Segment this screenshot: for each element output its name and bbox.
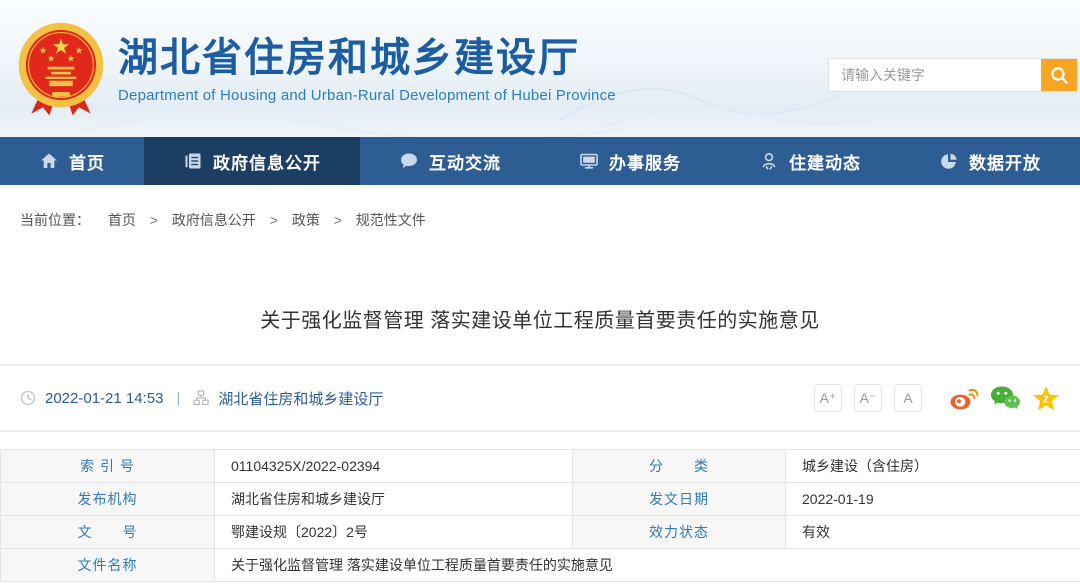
table-row: 发布机构 湖北省住房和城乡建设厅 发文日期 2022-01-19 bbox=[1, 483, 1080, 516]
breadcrumb: 当前位置： 首页 > 政府信息公开 > 政策 > 规范性文件 bbox=[0, 185, 1080, 230]
breadcrumb-item-policy[interactable]: 政策 bbox=[292, 212, 320, 228]
nav-item-services[interactable]: 办事服务 bbox=[540, 137, 720, 185]
svg-text:Z: Z bbox=[1043, 394, 1049, 404]
font-reset-button[interactable]: A bbox=[894, 384, 922, 412]
svg-text:★: ★ bbox=[39, 45, 47, 55]
divider bbox=[0, 364, 1080, 366]
nav-item-label: 住建动态 bbox=[789, 149, 861, 174]
share-group: Z bbox=[950, 385, 1060, 412]
site-title: 湖北省住房和城乡建设厅 bbox=[118, 36, 616, 80]
svg-text:★: ★ bbox=[75, 45, 83, 55]
breadcrumb-item-gov-info[interactable]: 政府信息公开 bbox=[172, 212, 256, 228]
search-button[interactable] bbox=[1041, 59, 1077, 91]
doc-number-value: 鄂建设规〔2022〕2号 bbox=[215, 516, 573, 549]
issue-date-value: 2022-01-19 bbox=[786, 483, 1080, 516]
category-value: 城乡建设（含住房） bbox=[786, 450, 1080, 483]
nav-item-label: 政府信息公开 bbox=[213, 149, 321, 174]
nav-item-label: 数据开放 bbox=[969, 149, 1041, 174]
chat-icon bbox=[399, 151, 419, 171]
clock-icon bbox=[20, 390, 36, 406]
search-icon bbox=[1050, 66, 1069, 85]
qzone-icon[interactable]: Z bbox=[1032, 385, 1060, 412]
index-number-value: 01104325X/2022-02394 bbox=[215, 450, 573, 483]
font-decrease-button[interactable]: A⁻ bbox=[854, 384, 882, 412]
breadcrumb-separator: > bbox=[334, 212, 342, 228]
nav-item-label: 首页 bbox=[69, 149, 105, 174]
sitemap-icon bbox=[193, 390, 209, 406]
site-subtitle: Department of Housing and Urban-Rural De… bbox=[118, 87, 616, 104]
breadcrumb-location-label: 当前位置： bbox=[20, 212, 90, 228]
category-label: 分 类 bbox=[573, 450, 786, 483]
document-info-table: 索 引 号 01104325X/2022-02394 分 类 城乡建设（含住房）… bbox=[0, 449, 1080, 582]
nav-item-label: 互动交流 bbox=[429, 149, 501, 174]
pie-chart-icon bbox=[939, 151, 959, 171]
svg-text:★: ★ bbox=[67, 53, 75, 63]
monitor-icon bbox=[579, 151, 599, 171]
site-header: ★ ★ ★ ★ ★ 湖北省住房和城乡建设厅 Department of Hous… bbox=[0, 0, 1080, 137]
font-increase-button[interactable]: A⁺ bbox=[814, 384, 842, 412]
issuing-agency-value: 湖北省住房和城乡建设厅 bbox=[215, 483, 573, 516]
article-title: 关于强化监督管理 落实建设单位工程质量首要责任的实施意见 bbox=[0, 304, 1080, 333]
table-row: 文件名称 关于强化监督管理 落实建设单位工程质量首要责任的实施意见 bbox=[1, 549, 1080, 582]
issuing-agency-label: 发布机构 bbox=[1, 483, 215, 516]
nav-item-home[interactable]: 首页 bbox=[0, 137, 144, 185]
article-meta: 2022-01-21 14:53 | 湖北省住房和城乡建设厅 bbox=[20, 388, 383, 409]
doc-title-value: 关于强化监督管理 落实建设单位工程质量首要责任的实施意见 bbox=[215, 549, 1080, 582]
national-emblem-logo: ★ ★ ★ ★ ★ bbox=[16, 20, 106, 124]
issue-date-label: 发文日期 bbox=[573, 483, 786, 516]
site-title-block: 湖北省住房和城乡建设厅 Department of Housing and Ur… bbox=[118, 36, 616, 104]
breadcrumb-item-normative-docs[interactable]: 规范性文件 bbox=[356, 212, 426, 228]
table-row: 索 引 号 01104325X/2022-02394 分 类 城乡建设（含住房） bbox=[1, 450, 1080, 483]
document-icon bbox=[183, 151, 203, 171]
publish-time: 2022-01-21 14:53 bbox=[45, 390, 163, 407]
divider bbox=[0, 430, 1080, 432]
nav-item-news[interactable]: 住建动态 bbox=[720, 137, 900, 185]
meta-separator: | bbox=[176, 390, 180, 407]
svg-text:★: ★ bbox=[47, 53, 55, 63]
validity-status-label: 效力状态 bbox=[573, 516, 786, 549]
nav-item-gov-info[interactable]: 政府信息公开 bbox=[144, 137, 360, 185]
main-nav: 首页 政府信息公开 互动交流 办事服务 bbox=[0, 137, 1080, 185]
home-icon bbox=[39, 151, 59, 171]
breadcrumb-separator: > bbox=[270, 212, 278, 228]
validity-status-value: 有效 bbox=[786, 516, 1080, 549]
person-icon bbox=[759, 151, 779, 171]
breadcrumb-item-home[interactable]: 首页 bbox=[108, 212, 136, 228]
doc-number-label: 文 号 bbox=[1, 516, 215, 549]
wechat-icon[interactable] bbox=[990, 385, 1021, 411]
search-input[interactable] bbox=[829, 59, 1041, 91]
nav-item-interaction[interactable]: 互动交流 bbox=[360, 137, 540, 185]
site-search bbox=[828, 58, 1078, 92]
nav-item-open-data[interactable]: 数据开放 bbox=[900, 137, 1080, 185]
nav-item-label: 办事服务 bbox=[609, 149, 681, 174]
index-number-label: 索 引 号 bbox=[1, 450, 215, 483]
breadcrumb-separator: > bbox=[150, 212, 158, 228]
doc-title-label: 文件名称 bbox=[1, 549, 215, 582]
article-source[interactable]: 湖北省住房和城乡建设厅 bbox=[218, 388, 383, 409]
table-row: 文 号 鄂建设规〔2022〕2号 效力状态 有效 bbox=[1, 516, 1080, 549]
article-meta-row: 2022-01-21 14:53 | 湖北省住房和城乡建设厅 A⁺ A⁻ A bbox=[0, 380, 1080, 416]
weibo-icon[interactable] bbox=[950, 386, 979, 410]
article-toolbar: A⁺ A⁻ A bbox=[814, 384, 1060, 412]
